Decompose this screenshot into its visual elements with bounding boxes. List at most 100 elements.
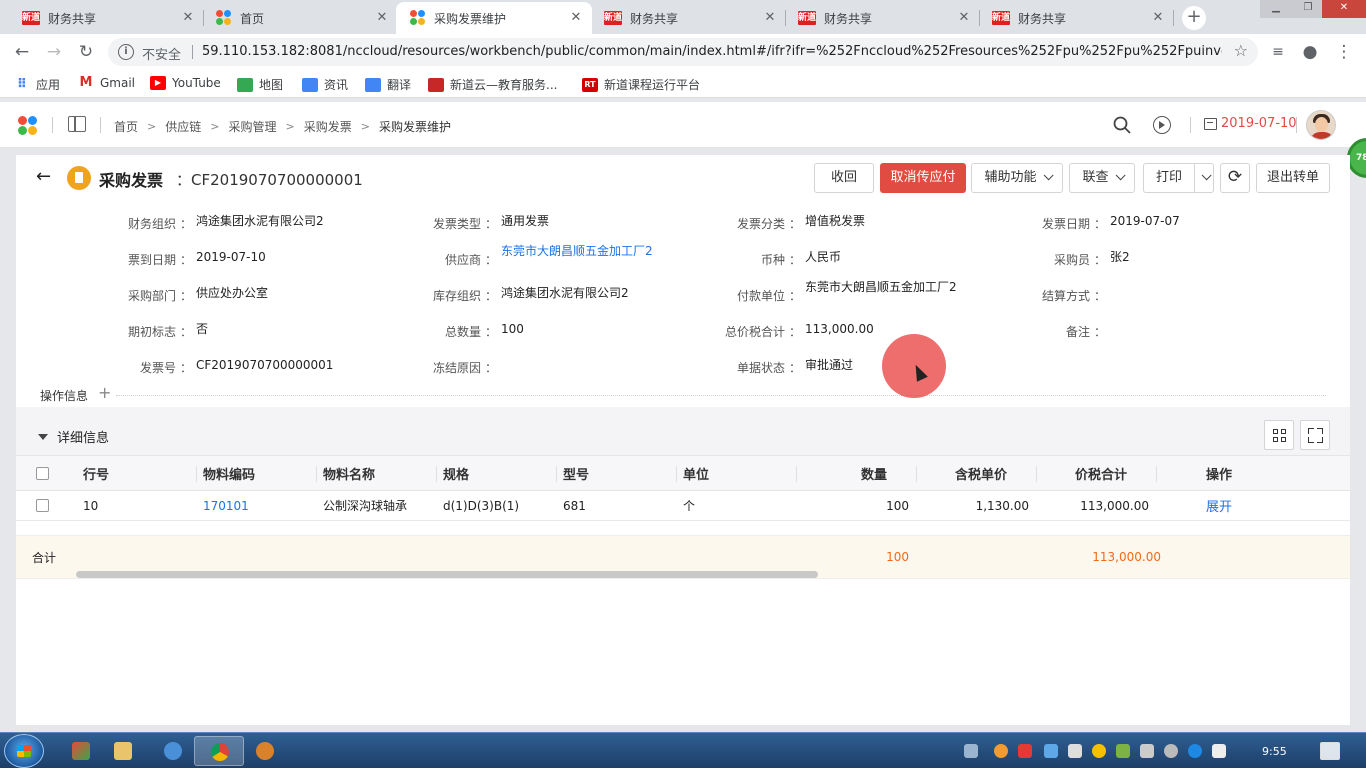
col-model[interactable]: 型号 — [563, 456, 589, 490]
col-unit[interactable]: 单位 — [683, 456, 709, 490]
col-total[interactable]: 价税合计 — [1043, 456, 1127, 490]
tab-title: 财务共享 — [48, 11, 97, 26]
keyboard-icon[interactable] — [964, 744, 978, 758]
start-button[interactable] — [4, 734, 44, 768]
tray-network-icon[interactable] — [1044, 744, 1058, 758]
taskbar-app-5[interactable] — [240, 736, 290, 766]
close-icon[interactable]: ✕ — [374, 10, 390, 26]
tray-app-icon[interactable] — [994, 744, 1008, 758]
breadcrumb-purchase-invoice[interactable]: 采购发票 — [304, 118, 352, 135]
tray-app-icon[interactable] — [1018, 744, 1032, 758]
play-icon[interactable] — [1153, 116, 1171, 134]
tray-app-icon[interactable] — [1140, 744, 1154, 758]
tray-app-icon[interactable] — [1092, 744, 1106, 758]
breadcrumb-supply-chain[interactable]: 供应链 — [165, 118, 201, 135]
forward-arrow-icon[interactable]: → — [44, 42, 64, 62]
action-center-icon[interactable] — [1320, 742, 1340, 760]
cancel-payable-button[interactable]: 取消传应付 — [880, 163, 966, 193]
avatar[interactable] — [1306, 110, 1336, 140]
workbench-menu-icon[interactable] — [68, 116, 86, 132]
kebab-menu-icon[interactable]: ⋮ — [1334, 42, 1354, 62]
bookmark-maps[interactable]: 地图 — [237, 76, 283, 93]
col-material-name[interactable]: 物料名称 — [323, 456, 375, 490]
bookmark-star-icon[interactable]: ☆ — [1234, 41, 1248, 60]
linked-query-dropdown[interactable]: 联查 — [1069, 163, 1135, 193]
browser-tab-5[interactable]: 新道 财务共享 ✕ — [784, 2, 980, 34]
new-tab-button[interactable]: + — [1182, 6, 1206, 30]
close-icon[interactable]: ✕ — [956, 10, 972, 26]
app-icon — [256, 742, 274, 760]
chevron-down-icon — [1201, 170, 1212, 181]
refresh-icon: ⟳ — [1227, 167, 1243, 187]
signal-icon[interactable] — [1212, 744, 1226, 758]
assist-functions-dropdown[interactable]: 辅助功能 — [971, 163, 1063, 193]
tray-app-icon[interactable] — [1116, 744, 1130, 758]
browser-tab-2[interactable]: 首页 ✕ — [202, 2, 398, 34]
back-arrow-icon[interactable]: ← — [36, 168, 51, 186]
breadcrumb-home[interactable]: 首页 — [114, 118, 138, 135]
reading-list-icon[interactable]: ≡ — [1268, 42, 1288, 62]
exit-transfer-button[interactable]: 退出转单 — [1256, 163, 1330, 193]
url-text[interactable]: 59.110.153.182:8081/nccloud/resources/wo… — [202, 44, 1222, 59]
col-spec[interactable]: 规格 — [443, 456, 469, 490]
plus-icon[interactable]: + — [98, 383, 111, 402]
bookmark-apps[interactable]: ⠿ 应用 — [14, 76, 60, 93]
horizontal-scrollbar[interactable] — [76, 571, 818, 578]
expand-link[interactable]: 展开 — [1206, 491, 1232, 520]
recall-button[interactable]: 收回 — [814, 163, 874, 193]
taskbar-chrome[interactable] — [194, 736, 244, 766]
search-icon[interactable] — [1112, 115, 1132, 135]
bookmark-news[interactable]: 资讯 — [302, 76, 348, 93]
window-close-button[interactable]: ✕ — [1322, 0, 1366, 18]
browser-tab-1[interactable]: 新道 财务共享 ✕ — [8, 2, 204, 34]
refresh-button[interactable]: ⟳ — [1220, 163, 1250, 193]
breadcrumb-purchase-mgmt[interactable]: 采购管理 — [228, 118, 276, 135]
close-icon[interactable]: ✕ — [180, 10, 196, 26]
select-all-checkbox[interactable] — [36, 456, 49, 490]
business-date[interactable]: 2019-07-10 — [1204, 116, 1297, 131]
maximize-button[interactable]: ❐ — [1292, 0, 1324, 18]
info-icon[interactable]: i — [118, 44, 134, 60]
col-line-no[interactable]: 行号 — [83, 456, 109, 490]
security-label[interactable]: 不安全 — [142, 44, 181, 63]
col-material-code[interactable]: 物料编码 — [203, 456, 255, 490]
minimize-button[interactable]: ▁ — [1260, 0, 1292, 18]
browser-tab-3[interactable]: 采购发票维护 ✕ — [396, 2, 592, 34]
bookmark-translate[interactable]: 翻译 — [365, 76, 411, 93]
url-omnibox[interactable]: i 不安全 59.110.153.182:8081/nccloud/resour… — [108, 38, 1258, 66]
collapse-triangle-icon[interactable] — [38, 434, 48, 440]
cell-material-code[interactable]: 170101 — [203, 491, 249, 520]
bookmark-youtube[interactable]: ▶ YouTube — [150, 76, 221, 90]
operation-info-toggle[interactable]: 操作信息 — [40, 387, 88, 404]
close-icon[interactable]: ✕ — [762, 10, 778, 26]
volume-icon[interactable] — [1164, 744, 1178, 758]
col-unit-price[interactable]: 含税单价 — [923, 456, 1007, 490]
close-icon[interactable]: ✕ — [1150, 10, 1166, 26]
fullscreen-icon[interactable] — [1300, 420, 1330, 450]
back-arrow-icon[interactable]: ← — [12, 42, 32, 62]
grid-view-icon[interactable] — [1264, 420, 1294, 450]
tray-ime-icon[interactable] — [1068, 744, 1082, 758]
taskbar-app-3[interactable] — [148, 736, 198, 766]
bookmark-xindao-cloud[interactable]: 新道云—教育服务... — [428, 76, 557, 93]
taskbar-clock[interactable]: 9:55 — [1262, 745, 1287, 758]
nccloud-logo-icon[interactable] — [18, 116, 38, 136]
close-icon[interactable]: ✕ — [568, 10, 584, 26]
bookmark-gmail[interactable]: M Gmail — [78, 76, 135, 91]
browser-tab-6[interactable]: 新道 财务共享 ✕ — [978, 2, 1174, 34]
table-row[interactable]: 10 170101 公制深沟球轴承 d(1)D(3)B(1) 681 个 100… — [16, 491, 1350, 521]
profile-icon[interactable]: ● — [1300, 42, 1320, 62]
print-dropdown[interactable] — [1194, 163, 1214, 193]
bluetooth-icon[interactable] — [1188, 744, 1202, 758]
row-checkbox[interactable] — [36, 491, 49, 520]
xindao-icon: 新道 — [992, 11, 1011, 25]
maps-icon — [237, 77, 253, 92]
detail-section-title[interactable]: 详细信息 — [57, 427, 109, 446]
col-quantity[interactable]: 数量 — [803, 456, 887, 490]
cell-material-name: 公制深沟球轴承 — [323, 499, 408, 513]
bookmark-course-platform[interactable]: RT 新道课程运行平台 — [582, 76, 700, 93]
print-button[interactable]: 打印 — [1143, 163, 1195, 193]
browser-tab-4[interactable]: 新道 财务共享 ✕ — [590, 2, 786, 34]
taskbar-explorer[interactable] — [98, 736, 148, 766]
reload-icon[interactable]: ↻ — [76, 42, 96, 62]
